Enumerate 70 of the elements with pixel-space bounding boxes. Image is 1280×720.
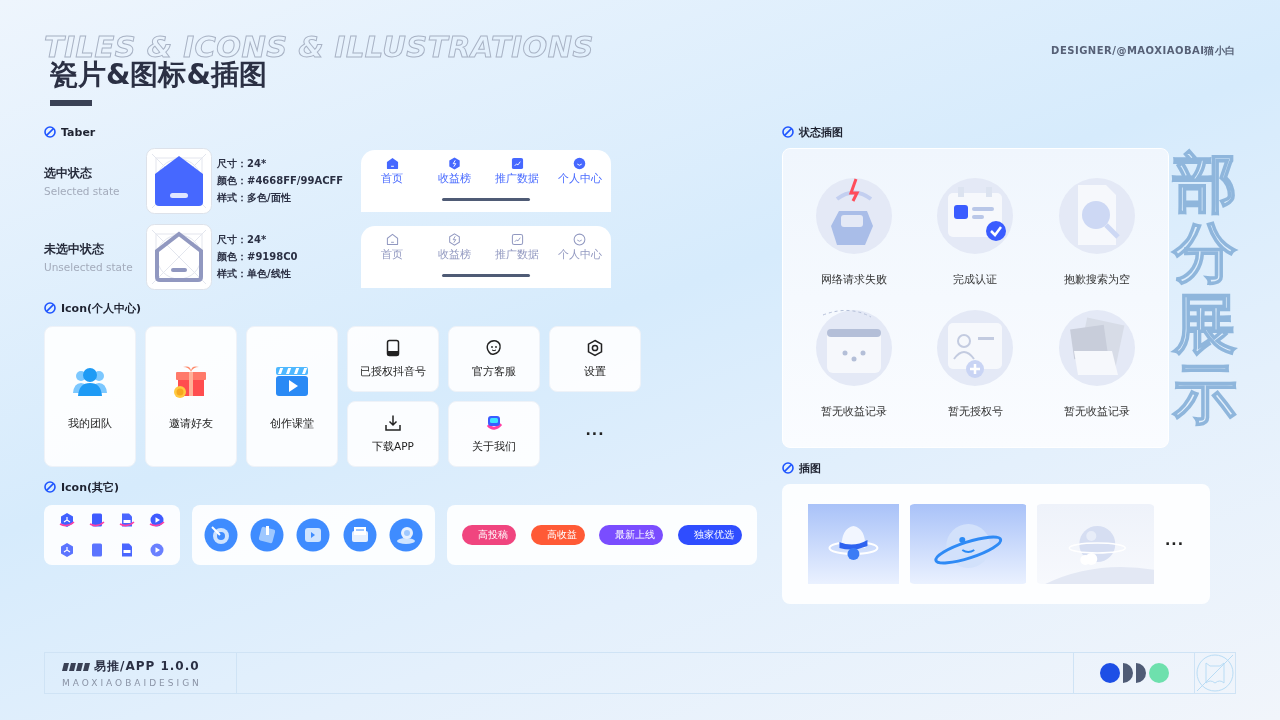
tag-label: 独家优选 [678, 525, 743, 545]
spec-text: 样式：多色/面性 [217, 191, 292, 205]
book-icon [89, 541, 105, 558]
tag-label: 最新上线 [599, 525, 664, 545]
settings-icon [586, 339, 604, 357]
menu-tile[interactable]: 创作课堂 [246, 326, 338, 467]
section-title: Taber [61, 125, 96, 139]
hexagon-icon [59, 541, 75, 558]
state-title: 未选中状态 [44, 241, 105, 258]
section-icon [44, 302, 56, 314]
illustration-caption: 完成认证 [953, 273, 998, 287]
section-title: 插图 [799, 460, 821, 476]
menu-tile[interactable]: 已授权抖音号 [347, 326, 439, 392]
brand-name: MAOXIAOBAIDESIGN [62, 678, 203, 688]
tablet-icon [384, 339, 402, 357]
stripes-icon [62, 662, 90, 671]
section-title: 状态插图 [799, 124, 843, 140]
menu-tile[interactable]: 设置 [549, 326, 641, 392]
house-icon [385, 233, 399, 246]
illustration-caption: 暂无收益记录 [820, 405, 887, 419]
spec-text: 样式：单色/线性 [217, 267, 292, 281]
spec-text: 尺寸：24* [217, 157, 268, 171]
spec-text: 颜色：#4668FF/99ACFF [217, 174, 345, 188]
more-indicator: ··· [585, 426, 605, 442]
state-subtitle: Selected state [44, 185, 121, 197]
bolt-icon [448, 157, 462, 170]
menu-tile[interactable]: 邀请好友 [145, 326, 237, 467]
chart-icon [510, 233, 524, 246]
tab-item[interactable]: 推广数据 [486, 157, 549, 186]
target-icon [204, 518, 239, 552]
more-indicator: ··· [1165, 536, 1184, 552]
spec-text: 尺寸：24* [217, 233, 268, 247]
smile-icon [573, 233, 587, 246]
tab-item[interactable]: 首页 [361, 157, 424, 186]
illustration-caption: 网络请求失败 [820, 273, 887, 287]
state-title: 选中状态 [44, 165, 93, 182]
section-icon [44, 126, 56, 138]
tab-item[interactable]: 个人中心 [548, 157, 611, 186]
page-title: 瓷片&图标&插图 [50, 58, 268, 92]
tag-label: 高投稿 [461, 525, 516, 545]
section-title: Icon(其它) [61, 479, 120, 495]
menu-tile[interactable]: 我的团队 [44, 326, 136, 467]
text-file-icon [119, 512, 135, 529]
section-icon [782, 126, 794, 138]
spec-text: 颜色：#9198C0 [217, 250, 299, 264]
hexagon-icon [59, 512, 75, 529]
play-icon [149, 512, 165, 529]
section-icon [782, 462, 794, 474]
section-title: Icon(个人中心) [61, 300, 142, 316]
menu-tile[interactable]: 关于我们 [448, 401, 540, 467]
illustration-caption: 抱歉搜索为空 [1064, 273, 1131, 287]
menu-tile[interactable]: 下载APP [347, 401, 439, 467]
text-file-icon [119, 541, 135, 558]
tab-item[interactable]: 收益榜 [423, 157, 486, 186]
house-icon [385, 157, 399, 170]
title-underline [50, 100, 92, 106]
illustration-caption: 暂无授权号 [948, 405, 1003, 419]
play-icon [149, 541, 165, 558]
book-icon [89, 512, 105, 529]
menu-tile[interactable]: 官方客服 [448, 326, 540, 392]
section-icon [44, 481, 56, 493]
chart-icon [510, 157, 524, 170]
tag-label: 高收益 [530, 525, 585, 545]
state-subtitle: Unselected state [44, 261, 134, 273]
bolt-icon [448, 233, 462, 246]
illustration-caption: 暂无收益记录 [1064, 405, 1131, 419]
designer-credit: DESIGNER/@MAOXIAOBAI猫小白 [1051, 44, 1236, 58]
smile-icon [573, 157, 587, 170]
product-version: 易推/APP 1.0.0 [94, 658, 200, 675]
download-icon [384, 414, 402, 432]
